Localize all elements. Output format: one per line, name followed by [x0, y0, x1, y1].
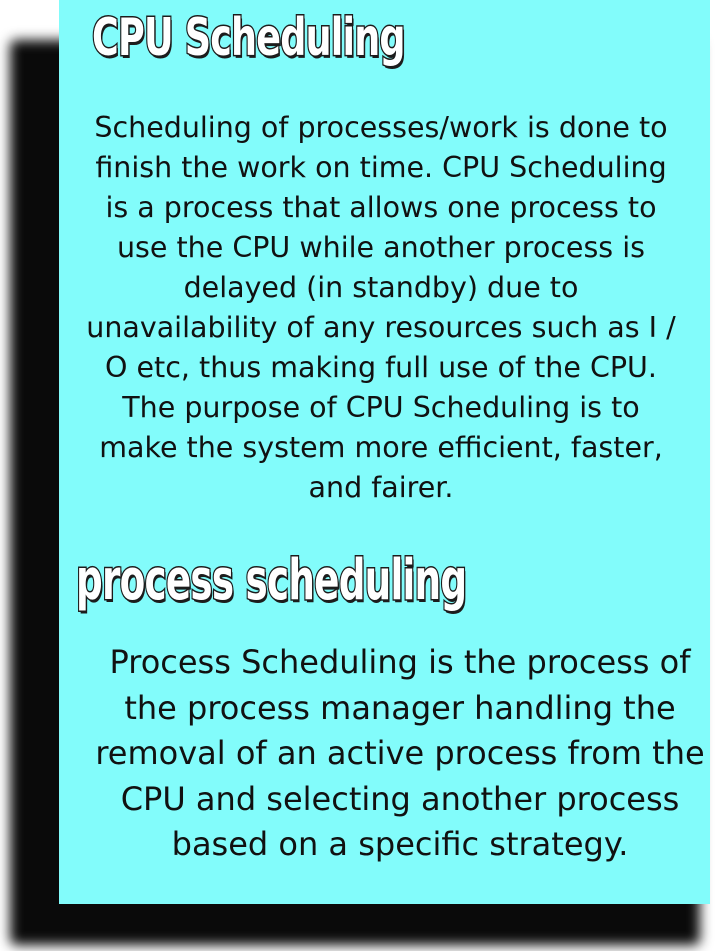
paragraph-process-scheduling: Process Scheduling is the process of the…: [95, 643, 705, 863]
heading-process-scheduling: process scheduling: [75, 547, 468, 615]
heading-cpu-scheduling: CPU Scheduling: [91, 7, 407, 70]
paragraph-cpu-scheduling: Scheduling of processes/work is done to …: [86, 111, 676, 504]
